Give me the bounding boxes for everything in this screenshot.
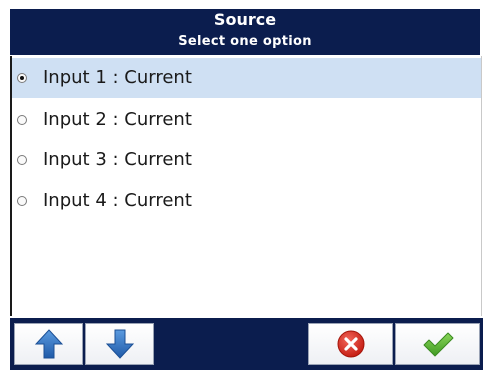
option-input-3[interactable]: Input 3 : Current [12,140,481,180]
dialog-header: Source Select one option [10,9,480,55]
scroll-down-button[interactable] [85,323,154,365]
cancel-button[interactable] [308,323,393,365]
source-dialog: Source Select one option Input 1 : Curre… [0,0,483,370]
radio-button[interactable] [17,196,27,206]
option-input-2[interactable]: Input 2 : Current [12,100,481,140]
option-label: Input 1 : Current [43,67,192,88]
radio-button[interactable] [17,155,27,165]
option-label: Input 4 : Current [43,190,192,211]
cancel-x-icon [337,330,364,358]
option-label: Input 2 : Current [43,109,192,130]
options-list: Input 1 : Current Input 2 : Current Inpu… [10,56,482,316]
bottom-toolbar [10,318,483,370]
checkmark-icon [423,332,453,357]
dialog-subtitle: Select one option [178,34,312,49]
option-label: Input 3 : Current [43,149,192,170]
scroll-up-button[interactable] [14,323,83,365]
arrow-up-icon [34,329,63,359]
arrow-down-icon [105,329,134,359]
option-input-1[interactable]: Input 1 : Current [12,58,481,98]
option-input-4[interactable]: Input 4 : Current [12,181,481,221]
radio-button[interactable] [17,115,27,125]
dialog-title: Source [213,10,277,29]
radio-button-selected[interactable] [17,73,27,83]
confirm-button[interactable] [395,323,480,365]
